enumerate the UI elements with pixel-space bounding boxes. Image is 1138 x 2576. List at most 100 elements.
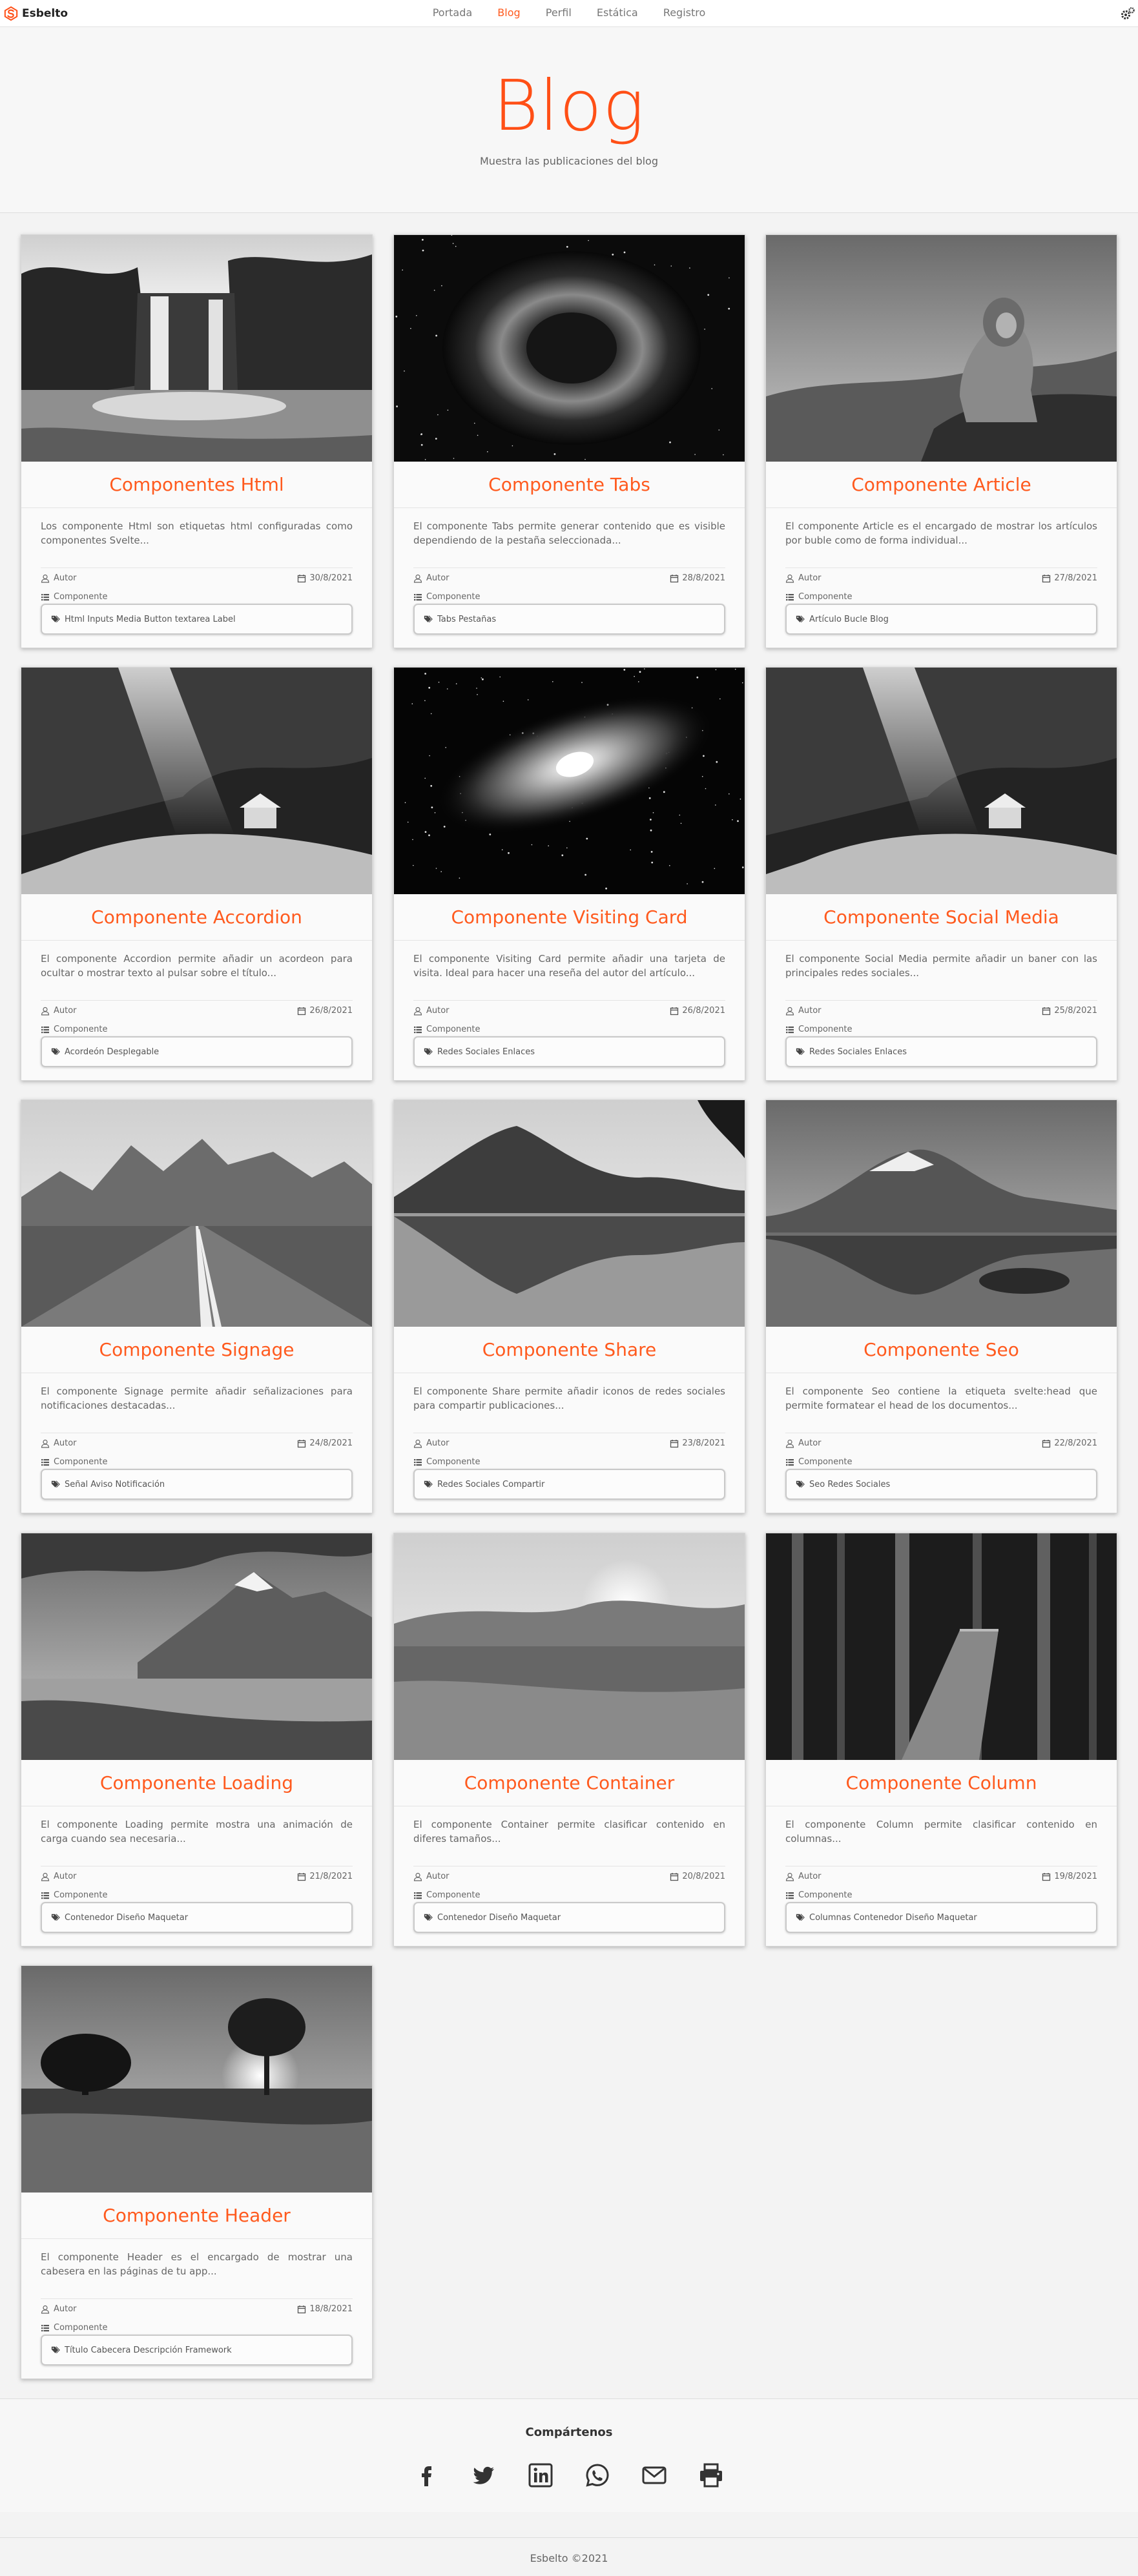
post-image[interactable] [766,235,1117,462]
gear-icon[interactable] [1120,6,1135,22]
blog-post-card[interactable]: Componente Container El componente Contai… [393,1533,745,1947]
list-icon [786,1892,794,1899]
post-meta: Autor 19/8/2021 [785,1866,1097,1881]
category-label: Componente [54,1025,108,1034]
post-image[interactable] [21,235,372,462]
post-tags[interactable]: Artículo Bucle Blog [785,604,1097,635]
post-image[interactable] [766,1533,1117,1760]
share-title: Compártenos [525,2426,613,2439]
blog-post-card[interactable]: Componente Visiting Card El componente Vi… [393,667,745,1081]
blog-post-card[interactable]: Componente Social Media El componente Soc… [765,667,1117,1081]
post-title[interactable]: Componente Header [21,2193,372,2239]
post-title[interactable]: Componente Accordion [21,894,372,941]
whatsapp-icon[interactable] [585,2462,610,2488]
user-icon [413,1872,422,1881]
post-image[interactable] [394,1100,745,1327]
facebook-icon[interactable] [414,2462,440,2488]
post-tags[interactable]: Contenedor Diseño Maquetar [41,1902,353,1933]
post-category[interactable]: Componente [413,1890,480,1900]
post-tags[interactable]: Columnas Contenedor Diseño Maquetar [785,1902,1097,1933]
blog-post-card[interactable]: Componente Loading El componente Loading … [21,1533,373,1947]
post-tags[interactable]: Título Cabecera Descripción Framework [41,2335,353,2366]
post-image[interactable] [394,1533,745,1760]
post-tags[interactable]: Contenedor Diseño Maquetar [413,1902,725,1933]
user-icon [41,1439,50,1448]
post-category[interactable]: Componente [413,592,480,602]
post-image[interactable] [394,235,745,462]
tags-text: Redes Sociales Enlaces [437,1047,535,1057]
post-tags[interactable]: Acordeón Desplegable [41,1036,353,1067]
nav-link-portada[interactable]: Portada [433,6,472,19]
post-tags[interactable]: Redes Sociales Compartir [413,1469,725,1500]
post-tags[interactable]: Seo Redes Sociales [785,1469,1097,1500]
category-label: Componente [798,1890,853,1900]
category-label: Componente [426,592,481,602]
post-title[interactable]: Componente Visiting Card [394,894,745,941]
post-image[interactable] [766,1100,1117,1327]
post-meta: Autor 18/8/2021 [41,2298,353,2314]
post-category[interactable]: Componente [41,1457,107,1467]
blog-post-card[interactable]: Componente Signage El componente Signage … [21,1099,373,1513]
blog-post-card[interactable]: Componente Seo El componente Seo contiene… [765,1099,1117,1513]
calendar-icon [670,1872,679,1881]
post-category[interactable]: Componente [41,1025,107,1034]
post-date: 19/8/2021 [1042,1872,1097,1881]
nav-link-registro[interactable]: Registro [663,6,705,19]
post-meta: Autor 21/8/2021 [41,1866,353,1881]
post-tags[interactable]: Señal Aviso Notificación [41,1469,353,1500]
main-nav: Portada Blog Perfil Estática Registro [0,6,1138,19]
post-tags[interactable]: Tabs Pestañas [413,604,725,635]
post-title[interactable]: Componentes Html [21,462,372,508]
post-title[interactable]: Componente Social Media [766,894,1117,941]
post-category[interactable]: Componente [41,592,107,602]
post-image[interactable] [21,1966,372,2193]
linkedin-icon[interactable] [528,2462,553,2488]
tags-icon [424,1048,433,1056]
post-category[interactable]: Componente [41,2323,107,2333]
post-image[interactable] [766,668,1117,894]
post-category[interactable]: Componente [785,1457,852,1467]
post-image[interactable] [394,668,745,894]
date-text: 18/8/2021 [309,2304,353,2314]
post-category[interactable]: Componente [785,1025,852,1034]
post-meta: Autor 20/8/2021 [413,1866,725,1881]
blog-post-card[interactable]: Componente Tabs El componente Tabs permit… [393,234,745,648]
post-image[interactable] [21,668,372,894]
post-title[interactable]: Componente Article [766,462,1117,508]
post-title[interactable]: Componente Share [394,1327,745,1373]
post-title[interactable]: Componente Loading [21,1760,372,1806]
post-title[interactable]: Componente Seo [766,1327,1117,1373]
blog-post-card[interactable]: Componente Share El componente Share perm… [393,1099,745,1513]
post-image[interactable] [21,1533,372,1760]
post-title[interactable]: Componente Signage [21,1327,372,1373]
post-title[interactable]: Componente Container [394,1760,745,1806]
author-name: Autor [54,1872,77,1881]
blog-post-card[interactable]: Componente Article El componente Article … [765,234,1117,648]
nav-link-blog[interactable]: Blog [497,6,520,19]
post-author: Autor [785,573,822,583]
list-icon [41,1892,49,1899]
tags-text: Acordeón Desplegable [65,1047,160,1057]
blog-post-card[interactable]: Componente Header El componente Header es… [21,1965,373,2379]
blog-post-card[interactable]: Componente Column El componente Column pe… [765,1533,1117,1947]
blog-post-card[interactable]: Componente Accordion El componente Accord… [21,667,373,1081]
blog-post-card[interactable]: Componentes Html Los componente Html son … [21,234,373,648]
post-image[interactable] [21,1100,372,1327]
print-icon[interactable] [698,2462,724,2488]
email-icon[interactable] [641,2462,667,2488]
twitter-icon[interactable] [471,2462,497,2488]
post-title[interactable]: Componente Tabs [394,462,745,508]
nav-link-perfil[interactable]: Perfil [546,6,572,19]
post-excerpt: El componente Visiting Card permite añad… [413,953,725,979]
tags-icon [51,615,60,623]
post-category[interactable]: Componente [785,592,852,602]
post-category[interactable]: Componente [413,1457,480,1467]
post-category[interactable]: Componente [413,1025,480,1034]
post-category[interactable]: Componente [785,1890,852,1900]
nav-link-estatica[interactable]: Estática [597,6,638,19]
post-title[interactable]: Componente Column [766,1760,1117,1806]
post-tags[interactable]: Redes Sociales Enlaces [413,1036,725,1067]
post-tags[interactable]: Html Inputs Media Button textarea Label [41,604,353,635]
post-tags[interactable]: Redes Sociales Enlaces [785,1036,1097,1067]
post-category[interactable]: Componente [41,1890,107,1900]
